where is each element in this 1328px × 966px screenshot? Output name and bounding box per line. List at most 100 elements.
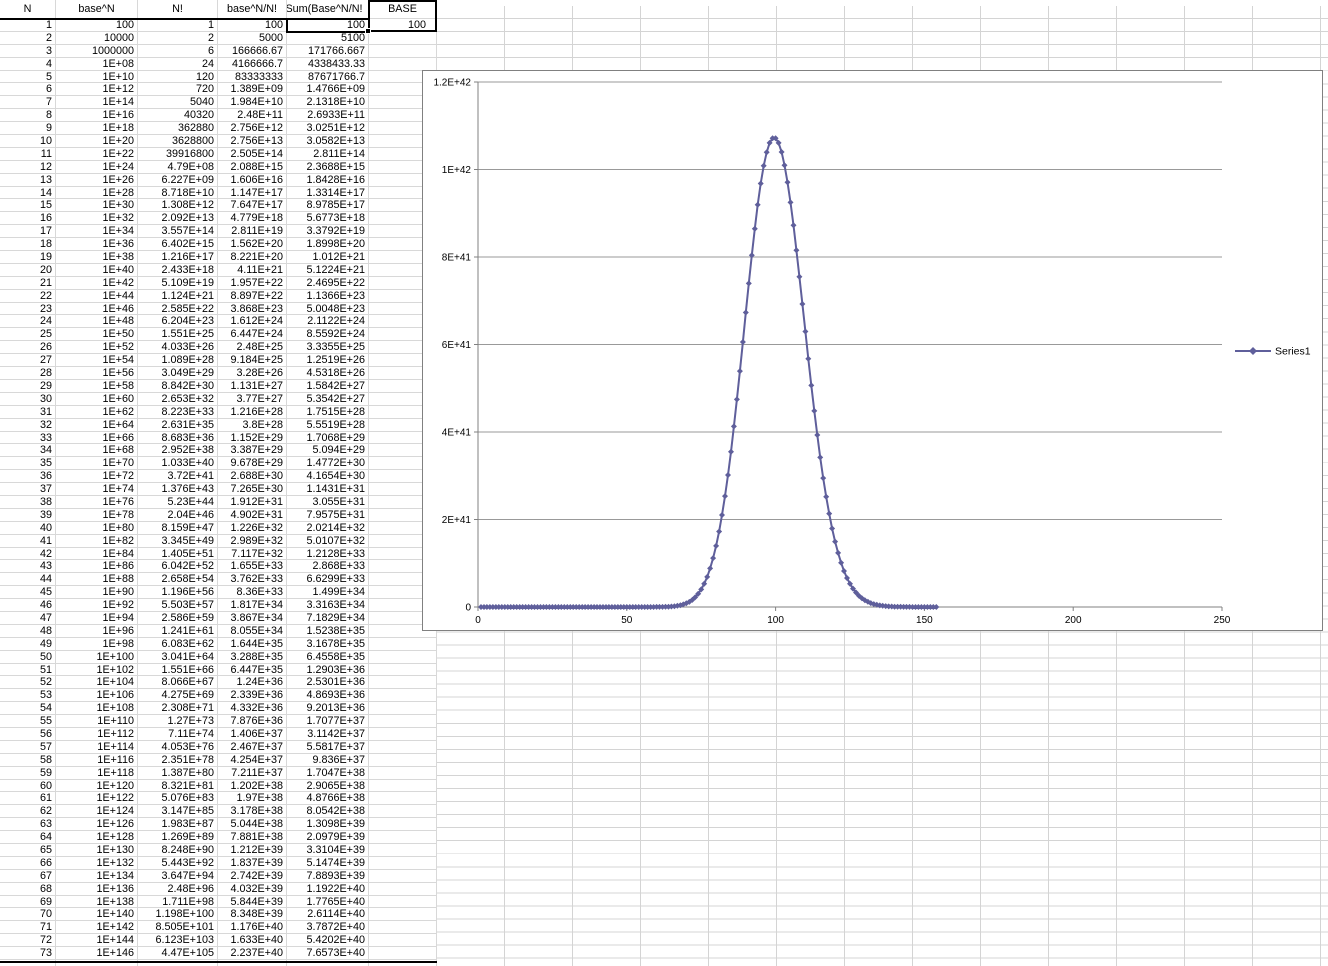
cell[interactable]: 2.653E+32 [138, 393, 218, 406]
cell[interactable]: 56 [0, 728, 56, 741]
cell[interactable]: 100 [218, 19, 287, 32]
cell[interactable]: 8.718E+10 [138, 187, 218, 200]
cell[interactable] [369, 908, 437, 921]
cell[interactable]: 62 [0, 805, 56, 818]
cell[interactable]: 42 [0, 548, 56, 561]
cell[interactable]: 40 [0, 522, 56, 535]
cell[interactable]: 1.216E+28 [218, 406, 287, 419]
cell[interactable]: 39916800 [138, 148, 218, 161]
header-cell-cumsum[interactable]: Sum(Base^N/N! [287, 0, 369, 19]
cell[interactable]: 1.269E+89 [138, 831, 218, 844]
cell[interactable]: 2.48E+11 [218, 109, 287, 122]
cell[interactable]: 1E+118 [56, 767, 138, 780]
cell[interactable]: 1.4772E+30 [287, 457, 369, 470]
cell[interactable]: 1E+122 [56, 792, 138, 805]
cell[interactable]: 7.9575E+31 [287, 509, 369, 522]
cell[interactable]: 2.742E+39 [218, 870, 287, 883]
cell[interactable]: 1E+90 [56, 586, 138, 599]
cell[interactable]: 4.47E+105 [138, 947, 218, 960]
cell[interactable]: 8.36E+33 [218, 586, 287, 599]
cell[interactable]: 44 [0, 573, 56, 586]
cell[interactable]: 1E+44 [56, 290, 138, 303]
cell[interactable] [369, 638, 437, 651]
cell[interactable]: 7.881E+38 [218, 831, 287, 844]
cell[interactable]: 1E+56 [56, 367, 138, 380]
cell[interactable]: 1E+18 [56, 122, 138, 135]
cell[interactable]: 72 [0, 934, 56, 947]
cell[interactable]: 59 [0, 767, 56, 780]
cell[interactable] [369, 715, 437, 728]
cell[interactable]: 15 [0, 199, 56, 212]
cell[interactable]: 1E+58 [56, 380, 138, 393]
cell[interactable]: 1.226E+32 [218, 522, 287, 535]
cell[interactable]: 1.7515E+28 [287, 406, 369, 419]
cell[interactable]: 4.11E+21 [218, 264, 287, 277]
cell[interactable]: 6.447E+35 [218, 664, 287, 677]
cell[interactable]: 68 [0, 883, 56, 896]
cell[interactable]: 2.237E+40 [218, 947, 287, 960]
header-cell-n_factorial[interactable]: N! [138, 0, 218, 19]
cell[interactable]: 3.557E+14 [138, 225, 218, 238]
cell[interactable]: 2.6114E+40 [287, 908, 369, 921]
cell[interactable]: 3.8E+28 [218, 419, 287, 432]
cell[interactable]: 7 [0, 96, 56, 109]
chart-legend[interactable]: Series1 [1235, 346, 1311, 358]
cell[interactable]: 3.345E+49 [138, 535, 218, 548]
cell[interactable]: 3628800 [138, 135, 218, 148]
cell[interactable]: 1E+138 [56, 896, 138, 909]
cell[interactable]: 1.7077E+37 [287, 715, 369, 728]
cell[interactable]: 1E+120 [56, 780, 138, 793]
cell[interactable]: 1.3098E+39 [287, 818, 369, 831]
cell[interactable]: 2.0214E+32 [287, 522, 369, 535]
cell[interactable] [369, 805, 437, 818]
cell[interactable]: 1.176E+40 [218, 921, 287, 934]
cell[interactable]: 1E+128 [56, 831, 138, 844]
cell[interactable]: 41 [0, 535, 56, 548]
cell[interactable]: 1.606E+16 [218, 174, 287, 187]
cell[interactable]: 5.044E+38 [218, 818, 287, 831]
cell[interactable]: 1E+26 [56, 174, 138, 187]
cell[interactable]: 64 [0, 831, 56, 844]
cell[interactable]: 1E+78 [56, 509, 138, 522]
cell[interactable] [369, 664, 437, 677]
cell[interactable]: 2 [0, 32, 56, 45]
cell[interactable]: 1.1431E+31 [287, 483, 369, 496]
cell[interactable]: 1.2128E+33 [287, 548, 369, 561]
cell[interactable]: 5.076E+83 [138, 792, 218, 805]
cell[interactable] [369, 58, 437, 71]
cell[interactable] [369, 651, 437, 664]
cell[interactable]: 1.387E+80 [138, 767, 218, 780]
cell[interactable]: 1.817E+34 [218, 599, 287, 612]
cell[interactable]: 2.811E+14 [287, 148, 369, 161]
selected-cell[interactable] [286, 18, 370, 33]
cell[interactable]: 20 [0, 264, 56, 277]
cell[interactable]: 43 [0, 560, 56, 573]
cell[interactable]: 2.5301E+36 [287, 676, 369, 689]
cell[interactable]: 1E+76 [56, 496, 138, 509]
cell[interactable]: 8.9785E+17 [287, 199, 369, 212]
cell[interactable]: 3.147E+85 [138, 805, 218, 818]
cell[interactable]: 5.1224E+21 [287, 264, 369, 277]
cell[interactable]: 1.241E+61 [138, 625, 218, 638]
cell[interactable]: 5.844E+39 [218, 896, 287, 909]
cell[interactable]: 8.066E+67 [138, 676, 218, 689]
cell[interactable]: 7.1829E+34 [287, 612, 369, 625]
cell[interactable]: 1E+140 [56, 908, 138, 921]
cell[interactable]: 4.5318E+26 [287, 367, 369, 380]
cell[interactable]: 1E+142 [56, 921, 138, 934]
cell[interactable]: 1.912E+31 [218, 496, 287, 509]
cell[interactable]: 5040 [138, 96, 218, 109]
cell[interactable]: 1E+36 [56, 238, 138, 251]
cell[interactable]: 8.221E+20 [218, 251, 287, 264]
cell[interactable]: 55 [0, 715, 56, 728]
cell[interactable]: 1E+38 [56, 251, 138, 264]
cell[interactable]: 7.117E+32 [218, 548, 287, 561]
cell[interactable]: 8.842E+30 [138, 380, 218, 393]
cell[interactable]: 1E+80 [56, 522, 138, 535]
cell[interactable]: 4 [0, 58, 56, 71]
cell[interactable]: 1.24E+36 [218, 676, 287, 689]
cell[interactable]: 51 [0, 664, 56, 677]
cell[interactable]: 1E+72 [56, 470, 138, 483]
cell[interactable]: 2.3688E+15 [287, 161, 369, 174]
cell[interactable]: 1E+34 [56, 225, 138, 238]
